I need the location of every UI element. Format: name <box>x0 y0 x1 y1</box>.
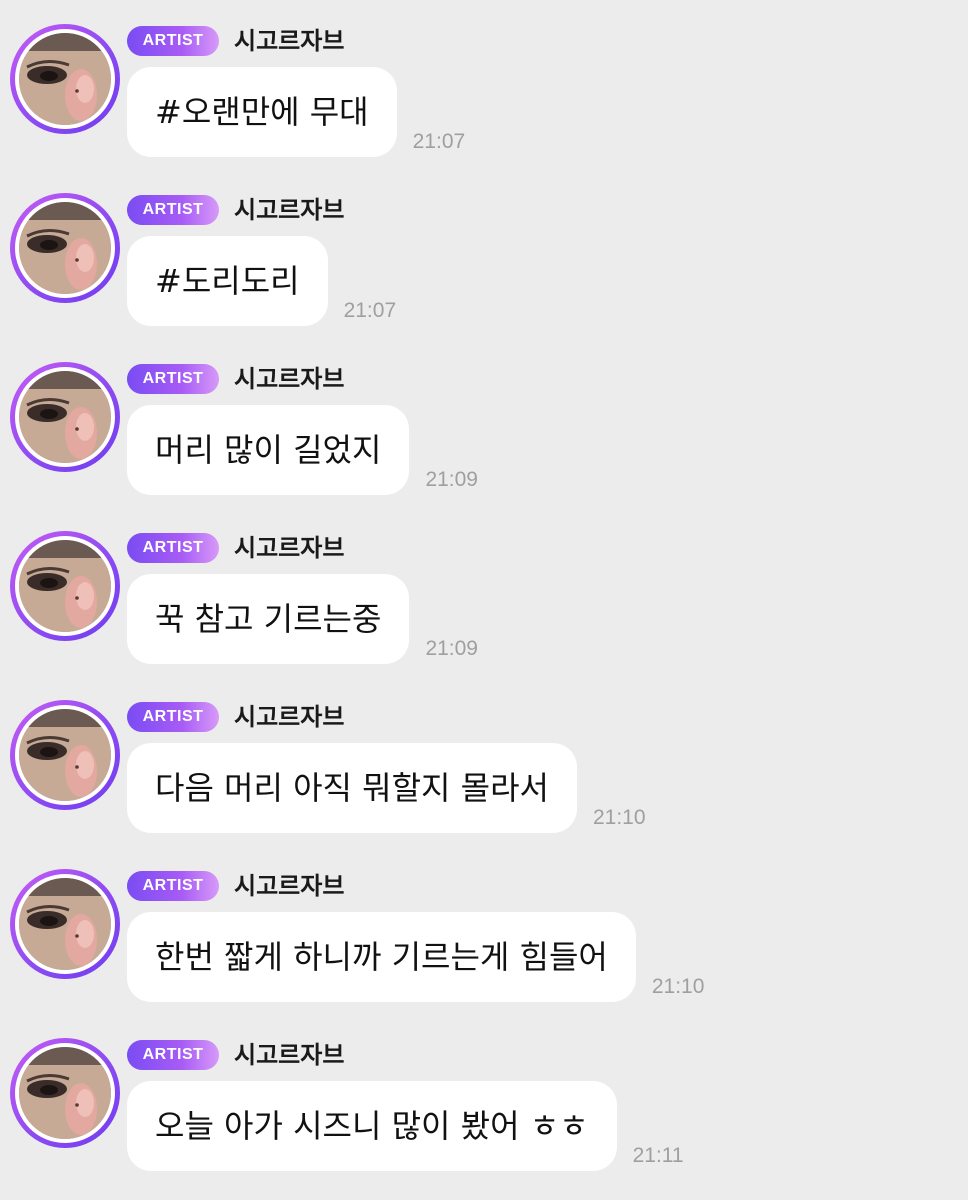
chat-message: ARTIST 시고르자브 꾹 참고 기르는중 21:09 <box>0 507 968 667</box>
message-timestamp: 21:11 <box>632 1144 684 1167</box>
chat-message: ARTIST 시고르자브 #도리도리 21:07 <box>0 169 968 329</box>
sender-name[interactable]: 시고르자브 <box>234 1038 344 1072</box>
message-row: 한번 짧게 하니까 기르는게 힘들어 21:10 <box>127 912 704 1002</box>
message-timestamp: 21:07 <box>412 130 466 153</box>
message-bubble[interactable]: 머리 많이 길었지 <box>127 405 410 495</box>
message-row: 오늘 아가 시즈니 많이 봤어 ㅎㅎ 21:11 <box>127 1081 684 1171</box>
message-timestamp: 21:10 <box>592 806 646 829</box>
message-bubble[interactable]: 다음 머리 아직 뭐할지 몰라서 <box>127 743 577 833</box>
artist-badge: ARTIST <box>127 533 219 563</box>
message-row: 꾹 참고 기르는중 21:09 <box>127 574 478 664</box>
sender-name[interactable]: 시고르자브 <box>234 24 344 58</box>
avatar <box>19 202 111 294</box>
message-timestamp: 21:09 <box>425 468 478 491</box>
message-timestamp: 21:10 <box>651 975 705 998</box>
message-row: #도리도리 21:07 <box>127 236 396 326</box>
artist-badge: ARTIST <box>127 26 219 56</box>
message-bubble[interactable]: 한번 짧게 하니까 기르는게 힘들어 <box>127 912 636 1002</box>
artist-badge: ARTIST <box>127 871 219 901</box>
chat-feed: ARTIST 시고르자브 #오랜만에 무대 21:07 ARTIST 시고르자브… <box>0 0 968 1200</box>
avatar-ring[interactable] <box>10 1038 120 1148</box>
sender-name[interactable]: 시고르자브 <box>234 193 344 227</box>
avatar-ring[interactable] <box>10 869 120 979</box>
sender-name[interactable]: 시고르자브 <box>234 531 344 565</box>
avatar <box>19 709 111 801</box>
chat-message: ARTIST 시고르자브 한번 짧게 하니까 기르는게 힘들어 21:10 <box>0 845 968 1005</box>
avatar-ring[interactable] <box>10 700 120 810</box>
chat-message: ARTIST 시고르자브 다음 머리 아직 뭐할지 몰라서 21:10 <box>0 676 968 836</box>
artist-badge: ARTIST <box>127 364 219 394</box>
message-timestamp: 21:07 <box>343 299 397 322</box>
avatar <box>19 371 111 463</box>
sender-name[interactable]: 시고르자브 <box>234 869 344 903</box>
artist-badge: ARTIST <box>127 195 219 225</box>
chat-message: ARTIST 시고르자브 오늘 아가 시즈니 많이 봤어 ㅎㅎ 21:11 <box>0 1014 968 1174</box>
message-bubble[interactable]: #오랜만에 무대 <box>127 67 397 157</box>
message-bubble[interactable]: #도리도리 <box>127 236 328 326</box>
message-bubble[interactable]: 오늘 아가 시즈니 많이 봤어 ㅎㅎ <box>127 1081 617 1171</box>
avatar <box>19 878 111 970</box>
sender-name[interactable]: 시고르자브 <box>234 362 344 396</box>
avatar <box>19 33 111 125</box>
message-row: #오랜만에 무대 21:07 <box>127 67 465 157</box>
avatar-ring[interactable] <box>10 531 120 641</box>
message-timestamp: 21:09 <box>425 637 478 660</box>
artist-badge: ARTIST <box>127 1040 219 1070</box>
artist-badge: ARTIST <box>127 702 219 732</box>
message-bubble[interactable]: 꾹 참고 기르는중 <box>127 574 410 664</box>
avatar <box>19 1047 111 1139</box>
chat-message: ARTIST 시고르자브 #오랜만에 무대 21:07 <box>0 0 968 160</box>
message-row: 머리 많이 길었지 21:09 <box>127 405 478 495</box>
chat-message: ARTIST 시고르자브 머리 많이 길었지 21:09 <box>0 338 968 498</box>
avatar-ring[interactable] <box>10 24 120 134</box>
message-row: 다음 머리 아직 뭐할지 몰라서 21:10 <box>127 743 646 833</box>
avatar <box>19 540 111 632</box>
avatar-ring[interactable] <box>10 193 120 303</box>
avatar-ring[interactable] <box>10 362 120 472</box>
sender-name[interactable]: 시고르자브 <box>234 700 344 734</box>
